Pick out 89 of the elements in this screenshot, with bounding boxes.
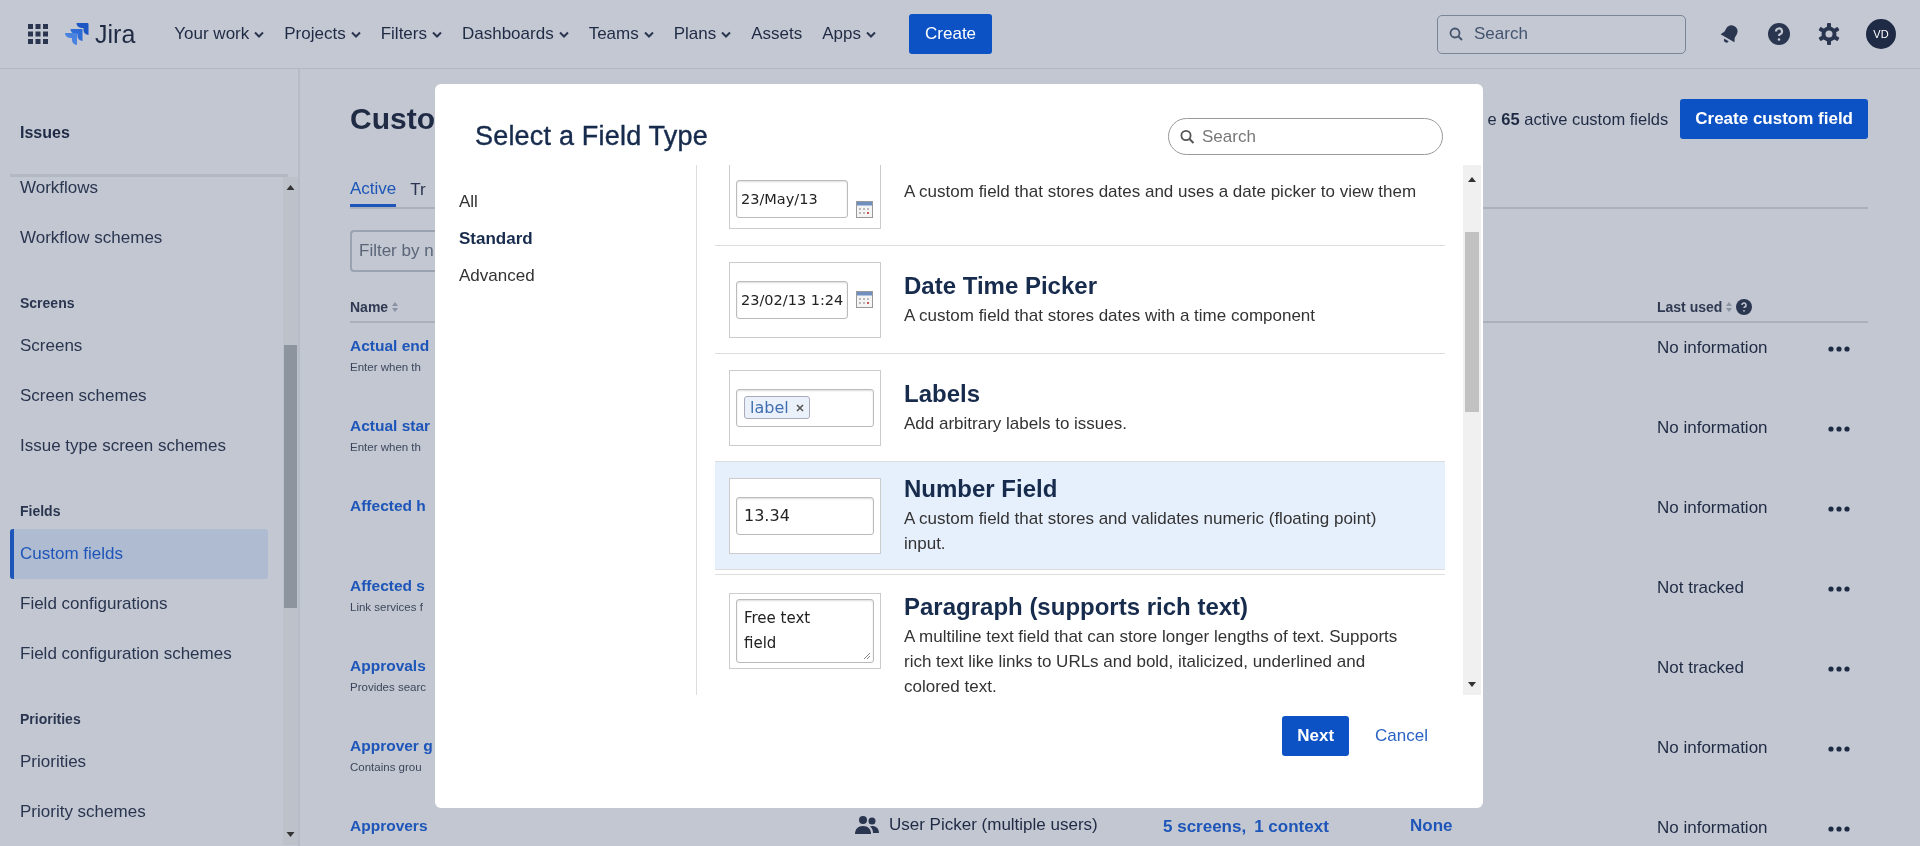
settings-icon[interactable] <box>1817 22 1841 46</box>
nav-menu-item[interactable]: Projects <box>277 18 368 50</box>
search-field[interactable]: Search <box>1168 118 1443 155</box>
field-description: Enter when th <box>350 441 422 453</box>
field-name-link[interactable]: Actual end <box>350 337 435 355</box>
field-type-option[interactable]: 13.34 Number Field A custom field that stores and validates numeric (floating point) input. <box>715 462 1445 570</box>
column-header[interactable]: Last used <box>1657 299 1723 315</box>
sidebar-item[interactable]: Workflows <box>10 177 268 213</box>
calendar-icon <box>856 291 873 308</box>
nav-menu-item[interactable]: Assets <box>744 18 810 50</box>
resize-handle-icon <box>863 652 871 660</box>
column-header[interactable]: Name <box>350 299 389 315</box>
last-used-text: No information <box>1657 338 1768 357</box>
tab[interactable]: Tr <box>410 173 426 207</box>
field-count-text: e 65 active custom fields <box>1487 109 1669 129</box>
more-icon[interactable] <box>1828 826 1850 832</box>
field-description: Link services f <box>350 601 424 613</box>
search-field[interactable]: Search <box>1437 14 1686 54</box>
category-item[interactable]: Standard <box>435 220 696 257</box>
user-avatar[interactable]: VD <box>1866 19 1896 49</box>
field-type-option[interactable]: label Labels Add arbitrary labels to issues. <box>715 354 1445 462</box>
field-type: User Picker (multiple users) <box>889 815 1098 835</box>
nav-menu-item[interactable]: Filters <box>373 18 449 50</box>
field-name-link[interactable]: Approvals <box>350 657 435 675</box>
field-type-option[interactable]: 23/02/13 1:24 Date Time Picker A custom field that stores dates with a time component <box>715 246 1445 354</box>
more-icon[interactable] <box>1828 586 1850 592</box>
scrollbar[interactable] <box>283 177 298 845</box>
nav-menu-item[interactable]: Plans <box>666 18 739 50</box>
nav-menu-item[interactable]: Apps <box>815 18 884 50</box>
nav-menu-item[interactable]: Teams <box>581 18 661 50</box>
field-type-option[interactable]: 23/May/13 A custom field that stores dates and uses a date picker to view them <box>715 165 1445 246</box>
sidebar-section-heading: Fields <box>19 502 62 521</box>
cancel-link[interactable]: Cancel <box>1375 716 1428 756</box>
app-switcher-icon[interactable] <box>28 24 48 44</box>
logo-icon[interactable] <box>65 22 89 46</box>
field-type-option[interactable]: Free text field Paragraph (supports rich text) A multiline text field that can store longer lengths of text. Supports rich text like links to URLs and bold, italicized, underlined and colored text. <box>715 574 1445 695</box>
project-link[interactable]: None <box>1410 816 1453 835</box>
more-icon[interactable] <box>1828 346 1850 352</box>
last-used-text: No information <box>1657 418 1768 437</box>
sidebar-item[interactable]: Screens <box>10 321 268 371</box>
last-used-text: No information <box>1657 818 1768 837</box>
field-name-link[interactable]: Approver g <box>350 737 435 755</box>
more-icon[interactable] <box>1828 506 1850 512</box>
field-name-link[interactable]: Actual star <box>350 417 435 435</box>
sidebar-item[interactable]: Field configuration schemes <box>10 629 268 679</box>
last-used-text: No information <box>1657 498 1768 517</box>
help-icon[interactable] <box>1767 22 1791 46</box>
more-icon[interactable] <box>1828 746 1850 752</box>
product-name[interactable]: Jira <box>95 19 136 49</box>
scrollbar[interactable] <box>1463 165 1481 695</box>
page-title: Custo <box>350 102 435 136</box>
sidebar-item[interactable]: Priority schemes <box>10 787 268 837</box>
sidebar-item[interactable]: Custom fields <box>10 529 268 579</box>
users-icon <box>855 815 879 835</box>
sidebar-item[interactable]: Field configurations <box>10 579 268 629</box>
dialog-title: Select a Field Type <box>475 121 709 152</box>
search-icon <box>1180 129 1195 144</box>
last-used-text: No information <box>1657 738 1768 757</box>
sidebar-item[interactable]: Screen schemes <box>10 371 268 421</box>
category-item[interactable]: All <box>435 183 696 220</box>
nav-menu-item[interactable]: Dashboards <box>454 18 576 50</box>
last-used-text: Not tracked <box>1657 658 1744 677</box>
field-description: Enter when th <box>350 361 422 373</box>
sidebar-section-heading: Screens <box>19 294 76 313</box>
create-button[interactable]: Create <box>909 14 993 54</box>
field-description: Provides searc <box>350 681 428 693</box>
sidebar-item[interactable]: Priorities <box>10 737 268 787</box>
close-icon <box>795 403 804 412</box>
last-used-text: Not tracked <box>1657 578 1744 597</box>
nav-menu-item[interactable]: Your work <box>167 18 272 50</box>
contexts-link[interactable]: 1 context <box>1254 817 1329 846</box>
field-description: Contains grou <box>350 761 423 773</box>
field-name-link[interactable]: Affected h <box>350 497 435 515</box>
next-button[interactable]: Next <box>1282 716 1350 756</box>
sidebar-item[interactable]: Workflow schemes <box>10 213 268 263</box>
field-name-link[interactable]: Affected s <box>350 577 435 595</box>
search-icon <box>1449 27 1463 41</box>
more-icon[interactable] <box>1828 426 1850 432</box>
sidebar-section-heading: Priorities <box>19 710 82 729</box>
screens-link[interactable]: 5 screens, <box>1163 817 1247 846</box>
field-name-link[interactable]: Approvers <box>350 817 435 835</box>
tab[interactable]: Active <box>350 173 397 207</box>
filter-field[interactable]: Filter by n <box>350 230 435 272</box>
calendar-icon <box>856 201 873 218</box>
help-icon[interactable] <box>1736 299 1753 315</box>
more-icon[interactable] <box>1828 666 1850 672</box>
category-item[interactable]: Advanced <box>435 257 696 294</box>
sidebar-item[interactable]: Issue type screen schemes <box>10 421 268 471</box>
create-custom-field-button[interactable]: Create custom field <box>1680 99 1868 139</box>
